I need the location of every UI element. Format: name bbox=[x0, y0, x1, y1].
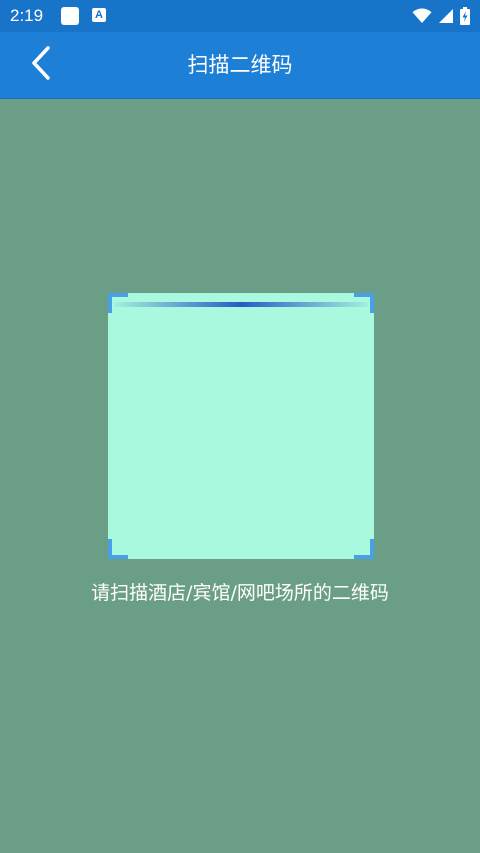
status-right-icons bbox=[412, 6, 470, 26]
page-title: 扫描二维码 bbox=[187, 53, 293, 77]
scan-corner-top-right bbox=[354, 293, 374, 313]
cell-signal-icon bbox=[438, 8, 454, 24]
scan-frame bbox=[108, 293, 374, 559]
accessibility-a-icon: A bbox=[92, 8, 106, 22]
scan-corner-bottom-right bbox=[354, 539, 374, 559]
back-button[interactable] bbox=[20, 44, 62, 86]
battery-charging-icon bbox=[460, 7, 470, 25]
wifi-icon bbox=[412, 8, 432, 24]
status-time: 2:19 bbox=[10, 6, 44, 25]
scan-hint: 请扫描酒店/宾馆/网吧场所的二维码 bbox=[91, 582, 389, 604]
scan-corner-top-left bbox=[108, 293, 128, 313]
scan-line bbox=[114, 302, 368, 307]
title-bar: 扫描二维码 bbox=[0, 32, 480, 99]
notification-square-icon bbox=[61, 7, 79, 25]
chevron-left-icon bbox=[30, 46, 52, 84]
scan-corner-bottom-left bbox=[108, 539, 128, 559]
status-bar: 2:19 A bbox=[0, 0, 480, 32]
